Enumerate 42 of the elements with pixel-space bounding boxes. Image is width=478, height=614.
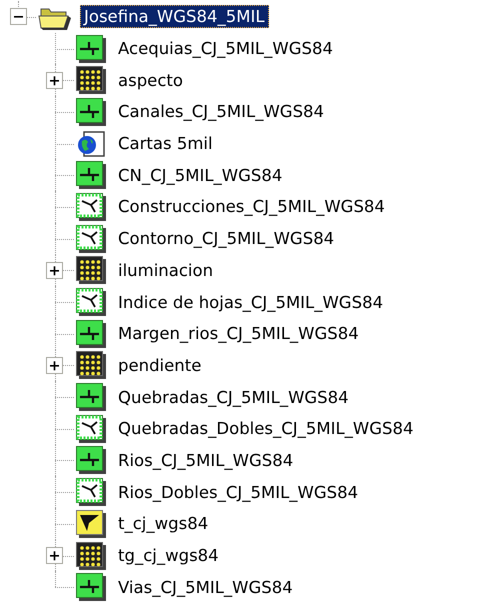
polygon-layer-icon [76, 478, 106, 506]
tree-item[interactable]: Construcciones_CJ_5MIL_WGS84 [114, 195, 389, 218]
line-layer-icon [76, 383, 106, 412]
tree-item[interactable]: tg_cj_wgs84 [114, 544, 223, 568]
tree-item[interactable]: Indice de hojas_CJ_5MIL_WGS84 [114, 290, 388, 314]
line-layer-icon [76, 320, 106, 348]
tree-item[interactable]: CN_CJ_5MIL_WGS84 [114, 164, 286, 187]
tree-item[interactable]: Margen_rios_CJ_5MIL_WGS84 [114, 322, 363, 346]
polygon-layer-icon [76, 224, 106, 253]
expand-button[interactable] [46, 262, 63, 279]
tree-item[interactable]: aspecto [114, 68, 187, 92]
tree-item[interactable]: Rios_CJ_5MIL_WGS84 [114, 448, 298, 472]
raster-layer-icon [76, 351, 106, 380]
collapse-button[interactable] [10, 8, 27, 26]
tree-item[interactable]: Josefina_WGS84_5MIL [80, 5, 269, 28]
tree-item[interactable]: t_cj_wgs84 [114, 512, 212, 536]
expand-button[interactable] [46, 72, 63, 89]
tree-item[interactable]: Quebradas_Dobles_CJ_5MIL_WGS84 [114, 417, 418, 440]
tree-item[interactable]: Cartas 5mil [114, 132, 217, 156]
polygon-layer-icon [76, 192, 106, 221]
raster-layer-icon [76, 256, 106, 284]
tree-item[interactable]: Canales_CJ_5MIL_WGS84 [114, 100, 328, 124]
globe-document-icon [76, 130, 106, 158]
polygon-layer-icon [76, 414, 106, 443]
line-layer-icon [76, 161, 106, 190]
tree-item[interactable]: pendiente [114, 354, 206, 377]
line-layer-icon [76, 573, 106, 602]
polygon-layer-icon [76, 288, 106, 316]
tree-item[interactable]: Contorno_CJ_5MIL_WGS84 [114, 227, 338, 250]
tree-item[interactable]: Acequias_CJ_5MIL_WGS84 [114, 37, 337, 60]
tin-layer-icon [76, 510, 106, 538]
expand-button[interactable] [46, 356, 63, 374]
tree-item[interactable]: iluminacion [114, 258, 218, 282]
line-layer-icon [76, 98, 106, 126]
tree-item[interactable]: Vias_CJ_5MIL_WGS84 [114, 576, 297, 599]
tree-item[interactable]: Quebradas_CJ_5MIL_WGS84 [114, 386, 353, 409]
tree-item[interactable]: Rios_Dobles_CJ_5MIL_WGS84 [114, 480, 362, 504]
line-layer-icon [76, 446, 106, 474]
line-layer-icon [76, 34, 106, 63]
expand-button[interactable] [46, 547, 63, 564]
raster-layer-icon [76, 542, 106, 570]
raster-layer-icon [76, 66, 106, 94]
